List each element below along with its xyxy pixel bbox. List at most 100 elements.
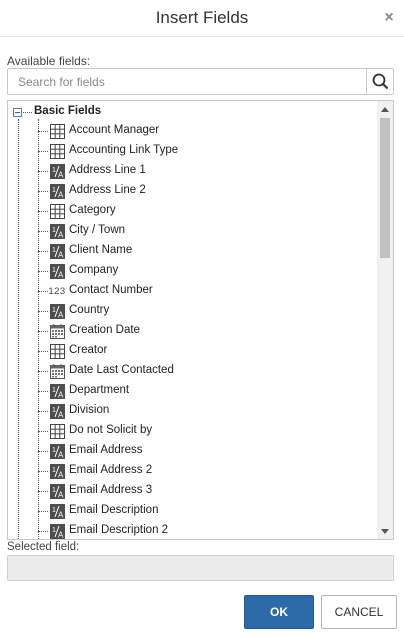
field-item-label: Company xyxy=(69,264,119,276)
tree-connector xyxy=(38,151,48,152)
field-item-label: Client Name xyxy=(69,244,133,256)
field-item-label: Date Last Contacted xyxy=(69,364,174,376)
scroll-down-icon[interactable] xyxy=(377,523,393,539)
dialog-titlebar: Insert Fields × xyxy=(0,0,404,37)
field-item-label: City / Town xyxy=(69,224,126,236)
svg-text:1: 1 xyxy=(52,407,56,414)
tree-connector xyxy=(38,391,48,392)
dialog-title: Insert Fields xyxy=(155,8,249,27)
text-field-icon: 1A xyxy=(49,243,65,259)
field-item[interactable]: 123 Contact Number xyxy=(38,281,368,301)
scroll-up-icon[interactable] xyxy=(377,101,393,117)
collapse-toggle-icon[interactable] xyxy=(13,108,22,117)
field-item[interactable]: 1 A Country xyxy=(38,301,368,321)
text-field-icon: 1A xyxy=(49,223,65,239)
tree-connector xyxy=(38,451,48,452)
field-tree-list: Basic Fields Account Manager Accounting L… xyxy=(8,101,378,539)
field-tree: Basic Fields Account Manager Accounting L… xyxy=(7,100,394,540)
field-item[interactable]: 1 A Address Line 2 xyxy=(38,181,368,201)
tree-connector xyxy=(38,231,48,232)
tree-root-basic-fields[interactable]: Basic Fields xyxy=(8,103,368,121)
svg-text:A: A xyxy=(58,230,64,239)
field-item[interactable]: 1 A Email Address xyxy=(38,441,368,461)
field-item-label: Address Line 1 xyxy=(69,164,146,176)
svg-text:A: A xyxy=(58,530,64,539)
field-item[interactable]: 1 A Email Description xyxy=(38,501,368,521)
tree-connector xyxy=(38,351,48,352)
tree-connector xyxy=(38,411,48,412)
field-item[interactable]: Account Manager xyxy=(38,121,368,141)
field-item[interactable]: 1 A Client Name xyxy=(38,241,368,261)
tree-connector xyxy=(38,311,48,312)
tree-connector xyxy=(38,291,48,292)
text-field-icon: 1A xyxy=(49,523,65,539)
tree-connector xyxy=(18,119,19,539)
tree-connector xyxy=(38,331,48,332)
svg-text:A: A xyxy=(58,450,64,459)
field-item[interactable]: 1 A Email Address 3 xyxy=(38,481,368,501)
tree-connector xyxy=(38,511,48,512)
field-item[interactable]: 1 A Address Line 1 xyxy=(38,161,368,181)
field-item[interactable]: Category xyxy=(38,201,368,221)
svg-text:A: A xyxy=(58,390,64,399)
field-item-label: Accounting Link Type xyxy=(69,144,179,156)
grid-field-icon xyxy=(49,423,65,439)
field-item-label: Category xyxy=(69,204,116,216)
field-item-label: Email Description xyxy=(69,504,159,516)
grid-field-icon xyxy=(49,203,65,219)
text-field-icon: 1A xyxy=(49,403,65,419)
field-item[interactable]: 1 A City / Town xyxy=(38,221,368,241)
svg-text:1: 1 xyxy=(52,187,56,194)
text-field-icon: 1A xyxy=(49,383,65,399)
svg-text:A: A xyxy=(58,270,64,279)
tree-connector xyxy=(38,251,48,252)
field-item-label: Email Address 2 xyxy=(69,464,153,476)
field-item[interactable]: 1 A Department xyxy=(38,381,368,401)
tree-connector xyxy=(38,271,48,272)
field-item-label: Creator xyxy=(69,344,108,356)
field-item[interactable]: 1 A Company xyxy=(38,261,368,281)
svg-text:1: 1 xyxy=(52,507,56,514)
svg-text:1: 1 xyxy=(52,447,56,454)
field-item[interactable]: 1 A Email Description 2 xyxy=(38,521,368,539)
field-item[interactable]: Creator xyxy=(38,341,368,361)
svg-text:1: 1 xyxy=(52,487,56,494)
field-item[interactable]: Creation Date xyxy=(38,321,368,341)
text-field-icon: 1A xyxy=(49,163,65,179)
svg-text:1: 1 xyxy=(52,467,56,474)
cancel-button[interactable]: CANCEL xyxy=(321,595,397,629)
tree-connector xyxy=(38,191,48,192)
search-input[interactable] xyxy=(8,69,367,94)
svg-text:A: A xyxy=(58,490,64,499)
tree-connector xyxy=(38,431,48,432)
svg-text:A: A xyxy=(58,250,64,259)
text-field-icon: 1A xyxy=(49,463,65,479)
scroll-thumb[interactable] xyxy=(380,118,390,258)
svg-text:1: 1 xyxy=(52,167,56,174)
text-field-icon: 1A xyxy=(49,183,65,199)
field-item[interactable]: 1 A Email Address 2 xyxy=(38,461,368,481)
tree-connector xyxy=(38,171,48,172)
ok-button[interactable]: OK xyxy=(244,595,314,629)
field-item[interactable]: Date Last Contacted xyxy=(38,361,368,381)
tree-connector xyxy=(38,371,48,372)
field-item[interactable]: Do not Solicit by xyxy=(38,421,368,441)
field-item[interactable]: Accounting Link Type xyxy=(38,141,368,161)
field-item-label: Contact Number xyxy=(69,284,153,296)
grid-field-icon xyxy=(49,123,65,139)
field-item-label: Creation Date xyxy=(69,324,140,336)
calendar-icon xyxy=(49,363,65,379)
selected-field-label: Selected field: xyxy=(7,541,80,553)
svg-text:A: A xyxy=(58,170,64,179)
available-fields-label: Available fields: xyxy=(7,54,91,68)
number-field-icon: 123 xyxy=(48,283,65,299)
field-item[interactable]: 1 A Division xyxy=(38,401,368,421)
field-item-label: Division xyxy=(69,404,110,416)
tree-connector xyxy=(38,211,48,212)
tree-connector xyxy=(38,531,48,532)
scrollbar[interactable] xyxy=(377,101,393,539)
search-icon[interactable] xyxy=(366,69,393,94)
svg-text:1: 1 xyxy=(52,307,56,314)
close-icon[interactable]: × xyxy=(382,10,396,26)
grid-field-icon xyxy=(49,143,65,159)
